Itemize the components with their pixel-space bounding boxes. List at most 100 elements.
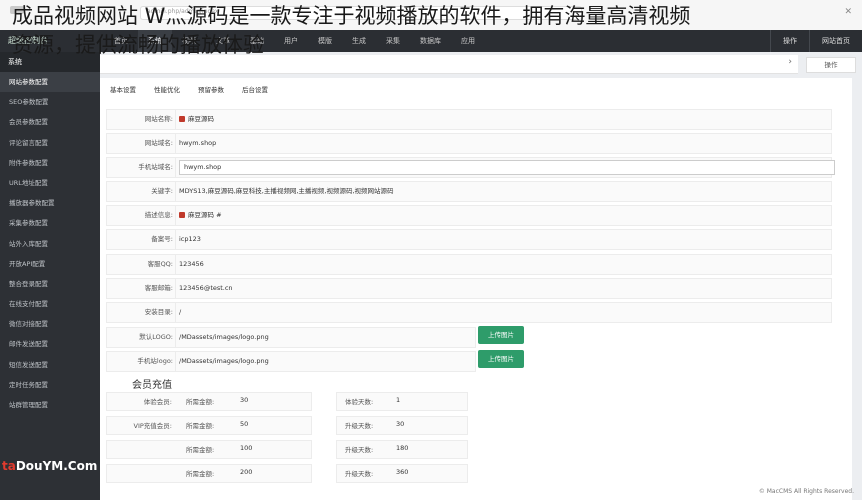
footer-copyright: © MacCMS All Rights Reserved. (758, 488, 854, 495)
field-label: 默认LOGO: (107, 328, 176, 347)
settings-tabs: 基本设置 性能优化 预留参数 后台设置 (110, 84, 286, 94)
days-input[interactable]: 1 (396, 396, 400, 404)
form-row: 手机站logo:/MDassets/images/logo.png (106, 351, 476, 372)
form-row: 客服邮箱: 123456@test.cn (106, 278, 832, 299)
field-label: 手机站域名: (107, 158, 176, 177)
field-input[interactable]: 123456 (179, 255, 204, 274)
close-icon[interactable]: ✕ (844, 7, 852, 17)
sidebar-item[interactable]: 邮件发送配置 (0, 334, 100, 354)
sidebar-item[interactable]: 网站参数配置 (0, 72, 100, 93)
form-row: 备案号: icp123 (106, 229, 832, 250)
sidebar-item[interactable]: 站群管理配置 (0, 395, 100, 415)
field-value: 123456@test.cn (179, 284, 233, 292)
settings-tab[interactable]: 基本设置 (110, 84, 136, 94)
field-value: 麻豆源码 # (188, 211, 222, 219)
field-label: 客服QQ: (107, 255, 176, 274)
field-input[interactable]: icp123 (179, 230, 201, 249)
days-input[interactable]: 30 (396, 420, 404, 428)
watermark-logo: taDouYM.Com (2, 459, 98, 473)
sidebar-item[interactable]: 在线支付配置 (0, 294, 100, 314)
site-home-link[interactable]: 网站首页 (809, 30, 862, 52)
days-label: 升级天数: (345, 470, 374, 478)
member-level-label: VIP充值会员: (133, 422, 172, 430)
sidebar-item[interactable]: 采集参数配置 (0, 213, 100, 233)
days-input[interactable]: 360 (396, 468, 408, 476)
field-input[interactable]: 麻豆源码 (179, 110, 214, 129)
days-input[interactable]: 180 (396, 444, 408, 452)
field-label: 客服邮箱: (107, 279, 176, 298)
form-row: 网站域名: hwym.shop (106, 133, 832, 154)
headline-line-2: 资源，提供流畅的播放体验 (12, 33, 264, 57)
field-value: 123456 (179, 260, 204, 268)
upload-image-button[interactable]: 上传图片 (478, 326, 524, 344)
field-value: MDYS13,麻豆源码,麻豆科技,主播视频网,主播视频,视频源码,视频网站源码 (179, 187, 394, 195)
field-label: 安装目录: (107, 303, 176, 322)
field-input[interactable]: 123456@test.cn (179, 279, 233, 298)
field-input[interactable]: 麻豆源码 # (179, 206, 222, 225)
top-nav-right: 操作 网站首页 (770, 30, 862, 52)
sidebar-item[interactable]: 附件参数配置 (0, 153, 100, 173)
field-input[interactable]: / (179, 303, 181, 322)
sidebar: 系统 网站参数配置 SEO参数配置 会员参数配置 评论留言配置 附件参数配置 URL地址配… (0, 52, 100, 500)
form-row: 默认LOGO:/MDassets/images/logo.png (106, 327, 476, 348)
field-input[interactable]: /MDassets/images/logo.png (179, 352, 269, 371)
settings-tab[interactable]: 后台设置 (242, 84, 268, 94)
price-label: 所需金额: (186, 470, 215, 478)
field-value: hwym.shop (179, 139, 217, 147)
price-input[interactable]: 30 (240, 396, 248, 404)
bean-logo-icon (179, 116, 185, 122)
price-label: 所需金额: (186, 422, 215, 430)
sidebar-item[interactable]: 定时任务配置 (0, 375, 100, 395)
sidebar-item[interactable]: 开放API配置 (0, 254, 100, 274)
field-label: 关键字: (107, 182, 176, 201)
field-label: 网站名称: (107, 110, 176, 129)
field-label: 网站域名: (107, 134, 176, 153)
chevron-right-icon[interactable]: › (788, 57, 792, 67)
sidebar-item[interactable]: 微信对接配置 (0, 314, 100, 334)
field-input[interactable]: MDYS13,麻豆源码,麻豆科技,主播视频网,主播视频,视频源码,视频网站源码 (179, 182, 394, 201)
sidebar-item[interactable]: 短信发送配置 (0, 355, 100, 375)
price-input[interactable]: 200 (240, 468, 252, 476)
member-section-title: 会员充值 (132, 380, 172, 391)
overlay-headline: 成品视频网站 W灬源码是一款专注于视频播放的软件，拥有海量高清视频 资源，提供流… (12, 2, 690, 60)
field-input[interactable]: hwym.shop (179, 134, 216, 153)
field-value: /MDassets/images/logo.png (179, 333, 269, 341)
sidebar-item[interactable]: 评论留言配置 (0, 133, 100, 153)
days-label: 升级天数: (345, 422, 374, 430)
settings-tab[interactable]: 性能优化 (154, 84, 180, 94)
form-row: 网站名称: 麻豆源码 (106, 109, 832, 130)
bean-logo-icon (179, 212, 185, 218)
field-label: 备案号: (107, 230, 176, 249)
field-input[interactable]: hwym.shop (179, 160, 835, 175)
operate-button[interactable]: 操作 (806, 57, 856, 73)
form-row: 安装目录: / (106, 302, 832, 323)
days-label: 升级天数: (345, 446, 374, 454)
field-value: / (179, 308, 182, 316)
sidebar-item[interactable]: 整合登录配置 (0, 274, 100, 294)
field-label: 描述信息: (107, 206, 176, 225)
upload-image-button[interactable]: 上传图片 (478, 350, 524, 368)
sidebar-item[interactable]: 播放器参数配置 (0, 193, 100, 213)
price-label: 所需金额: (186, 446, 215, 454)
sidebar-items: 网站参数配置 SEO参数配置 会员参数配置 评论留言配置 附件参数配置 URL地址配置 播放… (0, 72, 100, 415)
sidebar-item[interactable]: SEO参数配置 (0, 92, 100, 112)
member-level-label: 体验会员: (143, 398, 172, 406)
form-row: 描述信息: 麻豆源码 # (106, 205, 832, 226)
form-row: 手机站域名: hwym.shop (106, 157, 835, 178)
price-label: 所需金额: (186, 398, 215, 406)
price-input[interactable]: 50 (240, 420, 248, 428)
sidebar-item[interactable]: 会员参数配置 (0, 112, 100, 132)
settings-tab[interactable]: 预留参数 (198, 84, 224, 94)
days-label: 体验天数: (345, 398, 374, 406)
sidebar-item[interactable]: 站外入库配置 (0, 234, 100, 254)
settings-panel: 基本设置 性能优化 预留参数 后台设置 网站名称: 麻豆源码网站域名: hwym.shop… (100, 78, 852, 500)
field-value: 麻豆源码 (188, 115, 214, 123)
form-row: 关键字: MDYS13,麻豆源码,麻豆科技,主播视频网,主播视频,视频源码,视频网… (106, 181, 832, 202)
operate-menu[interactable]: 操作 (770, 30, 809, 52)
field-input[interactable]: /MDassets/images/logo.png (179, 328, 269, 347)
price-input[interactable]: 100 (240, 444, 252, 452)
headline-line-1: 成品视频网站 W灬源码是一款专注于视频播放的软件，拥有海量高清视频 (12, 4, 691, 28)
field-value: icp123 (179, 235, 201, 243)
field-label: 手机站logo: (107, 352, 176, 371)
sidebar-item[interactable]: URL地址配置 (0, 173, 100, 193)
